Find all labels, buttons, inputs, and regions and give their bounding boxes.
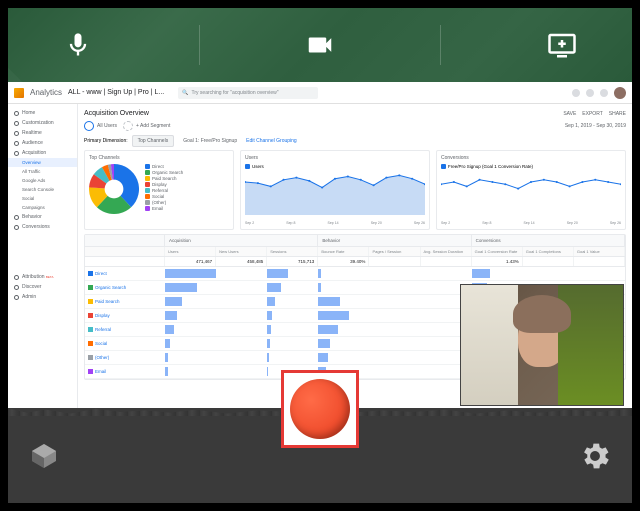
column-header[interactable]: Goal 1 Value	[574, 247, 625, 256]
totals-cell	[574, 257, 625, 266]
tab-top-channels[interactable]: Top Channels	[132, 135, 175, 147]
recorder-bottom-bar	[8, 408, 632, 503]
card-title: Users	[245, 155, 425, 161]
conversions-card: Conversions Free/Pro Signup (Goal 1 Conv…	[436, 150, 626, 230]
column-header[interactable]: Goal 1 Completions	[523, 247, 574, 256]
legend-item: (Other)	[145, 200, 183, 205]
legend-item: Referral	[145, 188, 183, 193]
analytics-logo-icon	[14, 88, 24, 98]
webcam-overlay[interactable]	[460, 284, 624, 406]
totals-cell	[523, 257, 574, 266]
card-title: Conversions	[441, 155, 621, 161]
record-button[interactable]	[290, 379, 350, 439]
microphone-icon[interactable]	[58, 25, 98, 65]
legend-item: Social	[145, 194, 183, 199]
column-header[interactable]: Users	[165, 247, 216, 256]
save-button[interactable]: SAVE	[563, 111, 576, 117]
totals-cell: 458,485	[216, 257, 267, 266]
col-group-conversions: Conversions	[472, 235, 625, 246]
date-range-picker[interactable]: Sep 1, 2019 - Sep 30, 2019	[565, 123, 626, 129]
column-header[interactable]: Sessions	[267, 247, 318, 256]
view-title[interactable]: ALL - www | Sign Up | Pro | L...	[68, 89, 164, 96]
pie-legend: DirectOrganic SearchPaid SearchDisplayRe…	[145, 164, 183, 214]
totals-cell: 1.43%	[472, 257, 523, 266]
sidebar-item[interactable]: Audience	[8, 138, 77, 148]
sidebar-item[interactable]: Acquisition	[8, 148, 77, 158]
sidebar-subitem[interactable]: Google Ads	[8, 176, 77, 185]
conversions-line-chart	[441, 171, 621, 215]
legend-item: Organic Search	[145, 170, 183, 175]
table-row[interactable]: Direct	[85, 267, 625, 281]
col-group-behavior: Behavior	[318, 235, 471, 246]
search-icon: 🔍	[182, 90, 188, 96]
legend-item: Email	[145, 206, 183, 211]
avatar[interactable]	[614, 87, 626, 99]
app-logo-icon[interactable]	[28, 440, 60, 472]
card-title: Top Channels	[89, 155, 229, 161]
totals-cell	[421, 257, 472, 266]
help-icon[interactable]	[586, 89, 594, 97]
sidebar-item[interactable]: Home	[8, 108, 77, 118]
column-header[interactable]: Bounce Rate	[318, 247, 369, 256]
top-channels-card: Top Channels DirectOrganic SearchPaid Se…	[84, 150, 234, 230]
column-header[interactable]: Avg. Session Duration	[421, 247, 472, 256]
column-header[interactable]: Goal 1 Conversion Rate	[472, 247, 523, 256]
sidebar-footer-item[interactable]: Attribution BETA	[8, 272, 77, 282]
sidebar-item[interactable]: Conversions	[8, 222, 77, 232]
sidebar-item[interactable]: Behavior	[8, 212, 77, 222]
sidebar-subitem[interactable]: Search Console	[8, 185, 77, 194]
settings-gear-icon[interactable]	[578, 439, 612, 473]
screen-share-icon[interactable]	[542, 25, 582, 65]
ga-app-header: Analytics ALL - www | Sign Up | Pro | L.…	[8, 82, 632, 104]
tab-goal-1[interactable]: Goal 1: Free/Pro Signup	[178, 136, 242, 146]
edit-channel-link[interactable]: Edit Channel Grouping	[246, 138, 297, 144]
column-header[interactable]	[85, 247, 165, 256]
sidebar: HomeCustomizationRealtimeAudienceAcquisi…	[8, 104, 78, 408]
sidebar-subitem[interactable]: Campaigns	[8, 203, 77, 212]
col-group-acquisition: Acquisition	[165, 235, 318, 246]
screen-capture-area: Analytics ALL - www | Sign Up | Pro | L.…	[8, 82, 632, 408]
apps-icon[interactable]	[600, 89, 608, 97]
share-button[interactable]: SHARE	[609, 111, 626, 117]
totals-cell: 715,713	[267, 257, 318, 266]
pie-chart	[89, 164, 139, 214]
totals-cell	[369, 257, 420, 266]
users-card: Users Users Sep 2Sep 8Sep 14Sep 20Sep 26	[240, 150, 430, 230]
add-segment-button[interactable]: + Add Segment	[123, 121, 170, 131]
page-title: Acquisition Overview	[84, 110, 149, 117]
recorder-top-toolbar	[8, 8, 632, 82]
column-header[interactable]: Pages / Session	[369, 247, 420, 256]
record-button-frame	[281, 370, 359, 448]
segment-all-users[interactable]: All Users	[84, 121, 117, 131]
video-camera-icon[interactable]	[300, 25, 340, 65]
sidebar-item[interactable]: Customization	[8, 118, 77, 128]
brand-label: Analytics	[30, 88, 62, 97]
divider	[199, 25, 200, 65]
sidebar-item[interactable]: Realtime	[8, 128, 77, 138]
column-header[interactable]: New Users	[216, 247, 267, 256]
users-area-chart	[245, 171, 425, 215]
primary-dimension-label: Primary Dimension:	[84, 138, 128, 144]
export-button[interactable]: EXPORT	[582, 111, 602, 117]
totals-cell	[85, 257, 165, 266]
sidebar-footer-item[interactable]: Admin	[8, 292, 77, 302]
search-placeholder: Try searching for "acquisition overview"	[191, 90, 278, 96]
notification-icon[interactable]	[572, 89, 580, 97]
search-input[interactable]: 🔍 Try searching for "acquisition overvie…	[178, 87, 318, 99]
divider	[440, 25, 441, 65]
totals-cell: 39.40%	[318, 257, 369, 266]
legend-item: Direct	[145, 164, 183, 169]
sidebar-subitem[interactable]: All Traffic	[8, 167, 77, 176]
legend-item: Paid Search	[145, 176, 183, 181]
legend-item: Display	[145, 182, 183, 187]
sidebar-subitem[interactable]: Social	[8, 194, 77, 203]
totals-cell: 471,467	[165, 257, 216, 266]
sidebar-footer-item[interactable]: Discover	[8, 282, 77, 292]
sidebar-subitem[interactable]: Overview	[8, 158, 77, 167]
